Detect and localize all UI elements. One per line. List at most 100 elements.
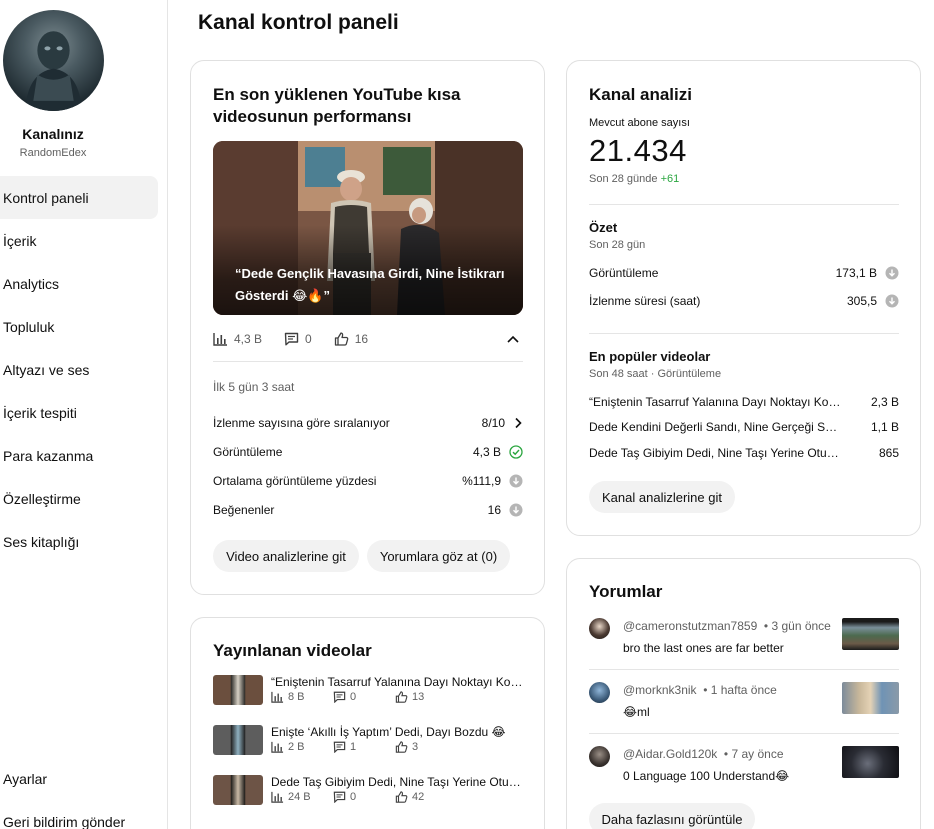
comment-text: 😂ml [623, 705, 650, 719]
video-row[interactable]: Dede Taş Gibiyim Dedi, Nine Taşı Yerine … [213, 775, 523, 807]
avatar[interactable] [589, 746, 610, 767]
comments-value: 0 [305, 332, 312, 346]
metric-ranking[interactable]: İzlenme sayısına göre sıralanıyor 8/10 [213, 413, 523, 433]
video-thumbnail[interactable] [842, 746, 899, 778]
video-title[interactable]: “Eniştenin Tasarruf Yalanına Dayı Noktay… [271, 675, 523, 689]
comment-text: 0 Language 100 Understand😂 [623, 769, 790, 783]
top-video-title[interactable]: “Eniştenin Tasarruf Yalanına Dayı Noktay… [589, 395, 841, 409]
video-stats: 8 B 0 13 [271, 691, 457, 703]
comment-row[interactable]: @cameronstutzman7859 • 3 gün önce bro th… [589, 618, 899, 668]
page-title: Kanal kontrol paneli [198, 11, 399, 34]
sidebar-item-customization[interactable]: Özelleştirme [0, 477, 158, 520]
thumbs-up-icon [395, 741, 408, 753]
top-video-row[interactable]: “Eniştenin Tasarruf Yalanına Dayı Noktay… [589, 393, 899, 411]
video-row[interactable]: “Eniştenin Tasarruf Yalanına Dayı Noktay… [213, 675, 523, 707]
collapse-button[interactable] [503, 329, 523, 349]
comment-author-line: @Aidar.Gold120k • 7 ay önce [623, 747, 784, 761]
metric-likes: Beğenenler 16 [213, 500, 523, 520]
comment-time: • 1 hafta önce [703, 683, 777, 697]
top-video-row[interactable]: Dede Kendini Değerli Sandı, Nine Gerçeği… [589, 418, 899, 436]
video-title[interactable]: Enişte ‘Akıllı İş Yaptım’ Dedi, Dayı Boz… [271, 725, 523, 739]
video-likes: 3 [412, 741, 419, 753]
comment-icon [333, 791, 346, 803]
avatar[interactable] [589, 618, 610, 639]
sidebar-item-analytics[interactable]: Analytics [0, 262, 158, 305]
comment-row[interactable]: @morknk3nik • 1 hafta önce 😂ml [589, 682, 899, 732]
divider [589, 333, 899, 334]
comment-row[interactable]: @Aidar.Gold120k • 7 ay önce 0 Language 1… [589, 746, 899, 796]
latest-short-thumbnail[interactable]: “Dede Gençlik Havasına Girdi, Nine İstik… [213, 141, 523, 315]
video-views: 8 B [288, 691, 305, 703]
comments-stat: 0 [284, 332, 312, 346]
subscriber-label: Mevcut abone sayısı [589, 117, 690, 129]
published-videos-card: Yayınlanan videolar “Eniştenin Tasarruf … [190, 617, 545, 829]
comment-icon [284, 332, 299, 346]
video-analytics-button[interactable]: Video analizlerine git [213, 540, 359, 572]
video-title[interactable]: Dede Taş Gibiyim Dedi, Nine Taşı Yerine … [271, 775, 523, 789]
video-thumbnail[interactable] [213, 775, 263, 805]
sidebar-item-community[interactable]: Topluluk [0, 305, 158, 348]
comment-author-line: @morknk3nik • 1 hafta önce [623, 683, 777, 697]
comment-author-line: @cameronstutzman7859 • 3 gün önce [623, 619, 831, 633]
video-thumbnail[interactable] [213, 725, 263, 755]
video-thumbnail[interactable] [213, 675, 263, 705]
divider [589, 204, 899, 205]
top-video-row[interactable]: Dede Taş Gibiyim Dedi, Nine Taşı Yerine … [589, 444, 899, 462]
video-thumbnail[interactable] [842, 618, 899, 650]
comment-time: • 7 ay önce [723, 747, 784, 761]
sidebar-item-audio-library[interactable]: Ses kitaplığı [0, 520, 158, 563]
chevron-right-icon [515, 417, 522, 429]
thumbnail-caption: “Dede Gençlik Havasına Girdi, Nine İstik… [235, 266, 505, 303]
sidebar-item-subtitles[interactable]: Altyazı ve ses [0, 348, 158, 391]
short-period: İlk 5 gün 3 saat [213, 380, 295, 394]
divider [589, 669, 899, 670]
thumbs-up-icon [334, 332, 349, 346]
metric-value: 8/10 [481, 416, 505, 430]
view-comments-button[interactable]: Yorumlara göz at (0) [367, 540, 510, 572]
metric-avg-view-percent: Ortalama görüntüleme yüzdesi %111,9 [213, 471, 523, 491]
view-more-comments-button[interactable]: Daha fazlasını görüntüle [589, 803, 755, 829]
summary-views-row: Görüntüleme 173,1 B [589, 264, 899, 282]
comments-card: Yorumlar @cameronstutzman7859 • 3 gün ön… [566, 558, 921, 829]
channel-analytics-button[interactable]: Kanal analizlerine git [589, 481, 735, 513]
comment-time: • 3 gün önce [763, 619, 831, 633]
top-video-title[interactable]: Dede Taş Gibiyim Dedi, Nine Taşı Yerine … [589, 446, 841, 460]
metric-label: Görüntüleme [213, 445, 283, 459]
views-stat: 4,3 B [213, 332, 262, 346]
video-likes: 42 [412, 791, 425, 803]
summary-label: İzlenme süresi (saat) [589, 294, 701, 308]
metric-views: Görüntüleme 4,3 B [213, 442, 523, 462]
sidebar-item-copyright[interactable]: İçerik tespiti [0, 391, 158, 434]
sidebar-item-feedback[interactable]: Geri bildirim gönder [3, 814, 125, 829]
latest-short-stats: 4,3 B 0 16 [213, 329, 523, 349]
sidebar-item-content[interactable]: İçerik [0, 219, 158, 262]
comment-author[interactable]: @Aidar.Gold120k [623, 747, 717, 761]
channel-analytics-title: Kanal analizi [589, 85, 692, 104]
sidebar-item-settings[interactable]: Ayarlar [3, 771, 47, 787]
metric-label: Ortalama görüntüleme yüzdesi [213, 474, 377, 488]
metric-label: Beğenenler [213, 503, 275, 517]
latest-short-card: En son yüklenen YouTube kısa videosunun … [190, 60, 545, 595]
check-circle-icon [509, 445, 523, 459]
divider [589, 733, 899, 734]
video-thumbnail[interactable] [842, 682, 899, 714]
comment-author[interactable]: @morknk3nik [623, 683, 697, 697]
summary-title: Özet [589, 220, 618, 235]
summary-value: 173,1 B [835, 266, 877, 280]
subscriber-period: Son 28 günde [589, 173, 658, 185]
comment-author[interactable]: @cameronstutzman7859 [623, 619, 757, 633]
sidebar-item-dashboard[interactable]: Kontrol paneli [0, 176, 158, 219]
video-views: 24 B [288, 791, 311, 803]
sidebar-item-monetization[interactable]: Para kazanma [0, 434, 158, 477]
avatar[interactable] [589, 682, 610, 703]
video-row[interactable]: Enişte ‘Akıllı İş Yaptım’ Dedi, Dayı Boz… [213, 725, 523, 757]
arrow-down-circle-icon [885, 266, 899, 280]
arrow-down-circle-icon [885, 294, 899, 308]
metric-value: %111,9 [462, 474, 501, 488]
top-video-title[interactable]: Dede Kendini Değerli Sandı, Nine Gerçeği… [589, 420, 841, 434]
comment-icon [333, 741, 346, 753]
summary-watchtime-row: İzlenme süresi (saat) 305,5 [589, 292, 899, 310]
top-video-value: 865 [878, 446, 899, 460]
channel-avatar[interactable] [3, 10, 104, 111]
bar-chart-icon [271, 791, 284, 803]
